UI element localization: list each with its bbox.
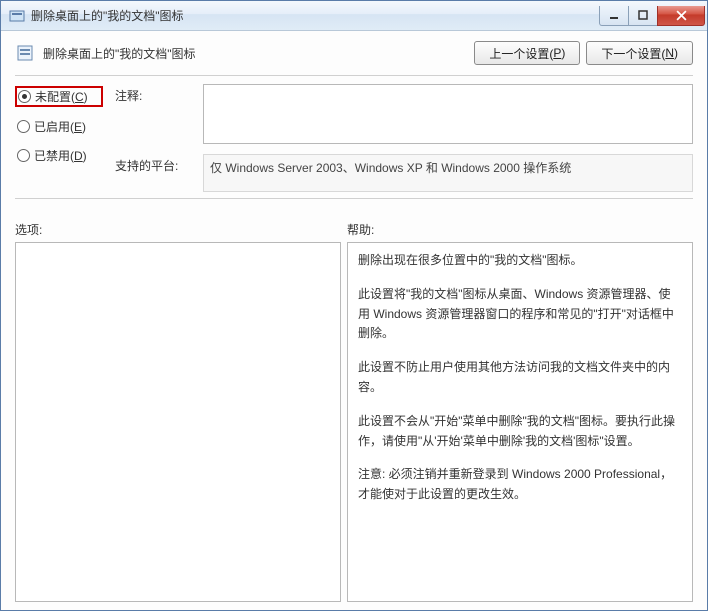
prev-setting-button[interactable]: 上一个设置(P): [474, 41, 580, 65]
window-title: 删除桌面上的"我的文档"图标: [31, 7, 594, 24]
next-setting-button[interactable]: 下一个设置(N): [586, 41, 693, 65]
dialog-content: 删除桌面上的"我的文档"图标 上一个设置(P) 下一个设置(N) 未配置(C): [1, 31, 707, 610]
help-paragraph: 此设置不会从"开始"菜单中删除"我的文档"图标。要执行此操作，请使用"从'开始'…: [358, 412, 682, 452]
options-panel: [15, 242, 341, 602]
section-labels: 选项: 帮助:: [15, 221, 693, 238]
help-panel: 删除出现在很多位置中的"我的文档"图标。 此设置将"我的文档"图标从桌面、Win…: [347, 242, 693, 602]
header-row: 删除桌面上的"我的文档"图标 上一个设置(P) 下一个设置(N): [15, 41, 693, 65]
comment-label: 注释:: [115, 84, 195, 104]
radio-not-configured[interactable]: 未配置(C): [15, 86, 103, 107]
titlebar[interactable]: 删除桌面上的"我的文档"图标: [1, 1, 707, 31]
radio-label: 已启用(E): [34, 118, 86, 135]
help-label: 帮助:: [347, 221, 693, 238]
window-controls: [600, 6, 705, 26]
divider: [15, 75, 693, 76]
policy-icon: [15, 43, 35, 63]
radio-label: 已禁用(D): [34, 147, 87, 164]
dialog-window: 删除桌面上的"我的文档"图标 删除桌面上的"我的文档"图标: [0, 0, 708, 611]
radio-label: 未配置(C): [35, 88, 88, 105]
help-paragraph: 删除出现在很多位置中的"我的文档"图标。: [358, 251, 682, 271]
panels-row: 删除出现在很多位置中的"我的文档"图标。 此设置将"我的文档"图标从桌面、Win…: [15, 242, 693, 602]
radio-dot-icon: [17, 149, 30, 162]
config-area: 未配置(C) 已启用(E) 已禁用(D) 注释: 支持的平台:: [15, 84, 693, 192]
supported-row: 支持的平台: 仅 Windows Server 2003、Windows XP …: [115, 154, 693, 192]
right-config: 注释: 支持的平台: 仅 Windows Server 2003、Windows…: [115, 84, 693, 192]
radio-dot-icon: [18, 90, 31, 103]
minimize-button[interactable]: [599, 6, 629, 26]
help-paragraph: 注意: 必须注销并重新登录到 Windows 2000 Professional…: [358, 465, 682, 505]
options-label: 选项:: [15, 221, 347, 238]
radio-group: 未配置(C) 已启用(E) 已禁用(D): [15, 84, 103, 192]
radio-disabled[interactable]: 已禁用(D): [15, 146, 103, 165]
maximize-button[interactable]: [628, 6, 658, 26]
nav-buttons: 上一个设置(P) 下一个设置(N): [474, 41, 693, 65]
help-paragraph: 此设置将"我的文档"图标从桌面、Windows 资源管理器、使用 Windows…: [358, 285, 682, 344]
radio-dot-icon: [17, 120, 30, 133]
close-button[interactable]: [657, 6, 705, 26]
comment-row: 注释:: [115, 84, 693, 144]
divider: [15, 198, 693, 199]
comment-input[interactable]: [203, 84, 693, 144]
radio-enabled[interactable]: 已启用(E): [15, 117, 103, 136]
supported-label: 支持的平台:: [115, 154, 195, 174]
supported-value: 仅 Windows Server 2003、Windows XP 和 Windo…: [203, 154, 693, 192]
policy-title: 删除桌面上的"我的文档"图标: [43, 45, 466, 62]
help-paragraph: 此设置不防止用户使用其他方法访问我的文档文件夹中的内容。: [358, 358, 682, 398]
app-icon: [9, 8, 25, 24]
